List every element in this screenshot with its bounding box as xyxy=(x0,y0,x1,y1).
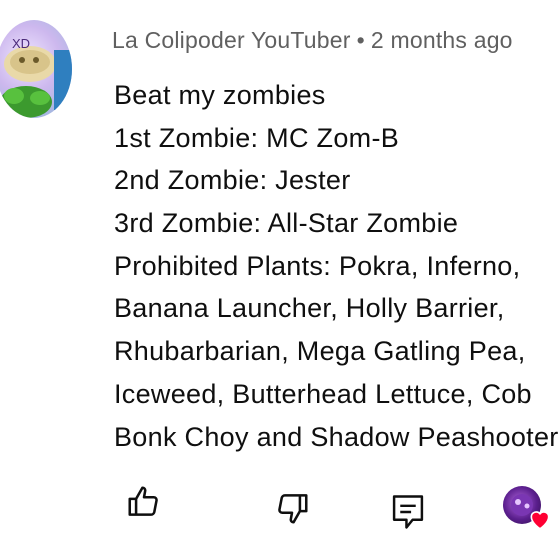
like-button[interactable] xyxy=(122,480,166,524)
meta-separator: • xyxy=(356,27,365,53)
comment-line: 2nd Zombie: Jester xyxy=(114,165,351,196)
comment-card: XD La Colipoder YouTuber • 2 months ago Be… xyxy=(0,0,560,560)
comment-line: Banana Launcher, Holly Barrier, xyxy=(114,293,505,324)
commenter-avatar[interactable]: XD xyxy=(0,20,72,118)
creator-heart-icon xyxy=(530,511,550,530)
reply-button[interactable] xyxy=(386,490,430,534)
comment-line: Iceweed, Butterhead Lettuce, Cob xyxy=(114,378,532,409)
comment-header: La Colipoder YouTuber • 2 months ago xyxy=(112,27,513,54)
comment-line: 1st Zombie: MC Zom-B xyxy=(114,122,400,153)
comment-line: 3rd Zombie: All-Star Zombie xyxy=(114,208,459,239)
dislike-button[interactable] xyxy=(270,486,314,530)
comment-line: Prohibited Plants: Pokra, Inferno, xyxy=(114,250,521,281)
avatar-badge-text: XD xyxy=(12,36,31,51)
comment-body: Beat my zombies 1st Zombie: MC Zom-B 2nd… xyxy=(114,74,559,458)
creator-heart[interactable] xyxy=(503,486,555,530)
reply-comment-icon xyxy=(392,495,424,529)
comment-line: Bonk Choy and Shadow Peashooter xyxy=(114,421,559,452)
comment-line: Rhubarbarian, Mega Gatling Pea, xyxy=(114,336,526,367)
comment-actions xyxy=(0,480,560,540)
thumbs-up-icon xyxy=(128,486,158,516)
author-name[interactable]: La Colipoder YouTuber xyxy=(112,27,351,53)
comment-timestamp[interactable]: 2 months ago xyxy=(371,27,513,53)
comment-line: Beat my zombies xyxy=(114,80,326,110)
thumbs-down-icon xyxy=(278,494,308,524)
avatar-image xyxy=(0,46,72,118)
